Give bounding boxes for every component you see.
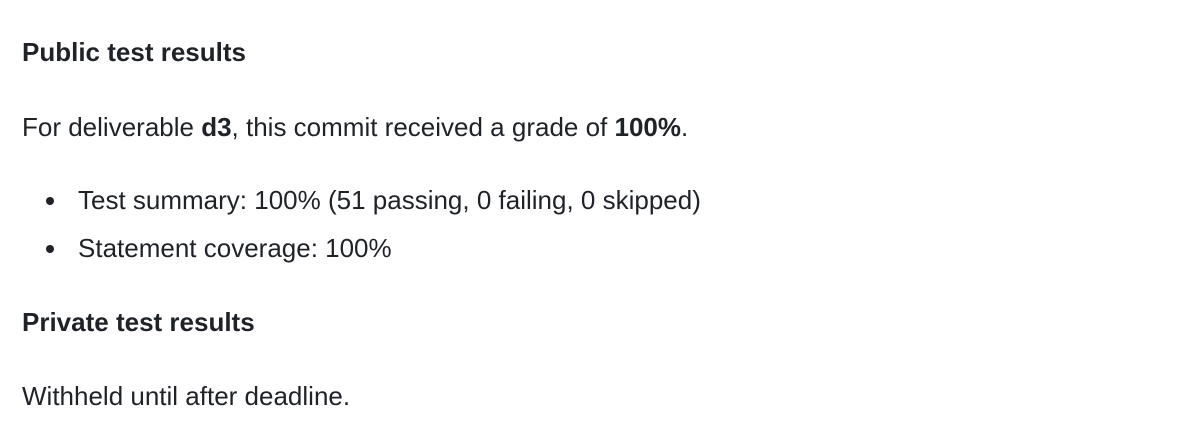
bullet-icon: [46, 197, 54, 205]
private-results-heading: Private test results: [22, 307, 255, 337]
results-list: Test summary: 100% (51 passing, 0 failin…: [22, 184, 701, 280]
test-results-comment: Public test results For deliverable d3, …: [0, 0, 1192, 444]
test-summary-text: Test summary: 100% (51 passing, 0 failin…: [78, 185, 701, 215]
bullet-icon: [46, 245, 54, 253]
grade-statement: For deliverable d3, this commit received…: [22, 111, 688, 143]
grade-suffix: .: [681, 112, 689, 142]
grade-prefix: For deliverable: [22, 112, 202, 142]
grade-middle: , this commit received a grade of: [231, 112, 615, 142]
public-results-heading: Public test results: [22, 37, 246, 67]
list-item-test-summary: Test summary: 100% (51 passing, 0 failin…: [22, 184, 701, 216]
list-item-statement-coverage: Statement coverage: 100%: [22, 232, 701, 264]
withheld-note: Withheld until after deadline.: [22, 381, 351, 411]
statement-coverage-text: Statement coverage: 100%: [78, 233, 392, 263]
deliverable-name: d3: [201, 112, 232, 142]
grade-value: 100%: [614, 112, 682, 142]
